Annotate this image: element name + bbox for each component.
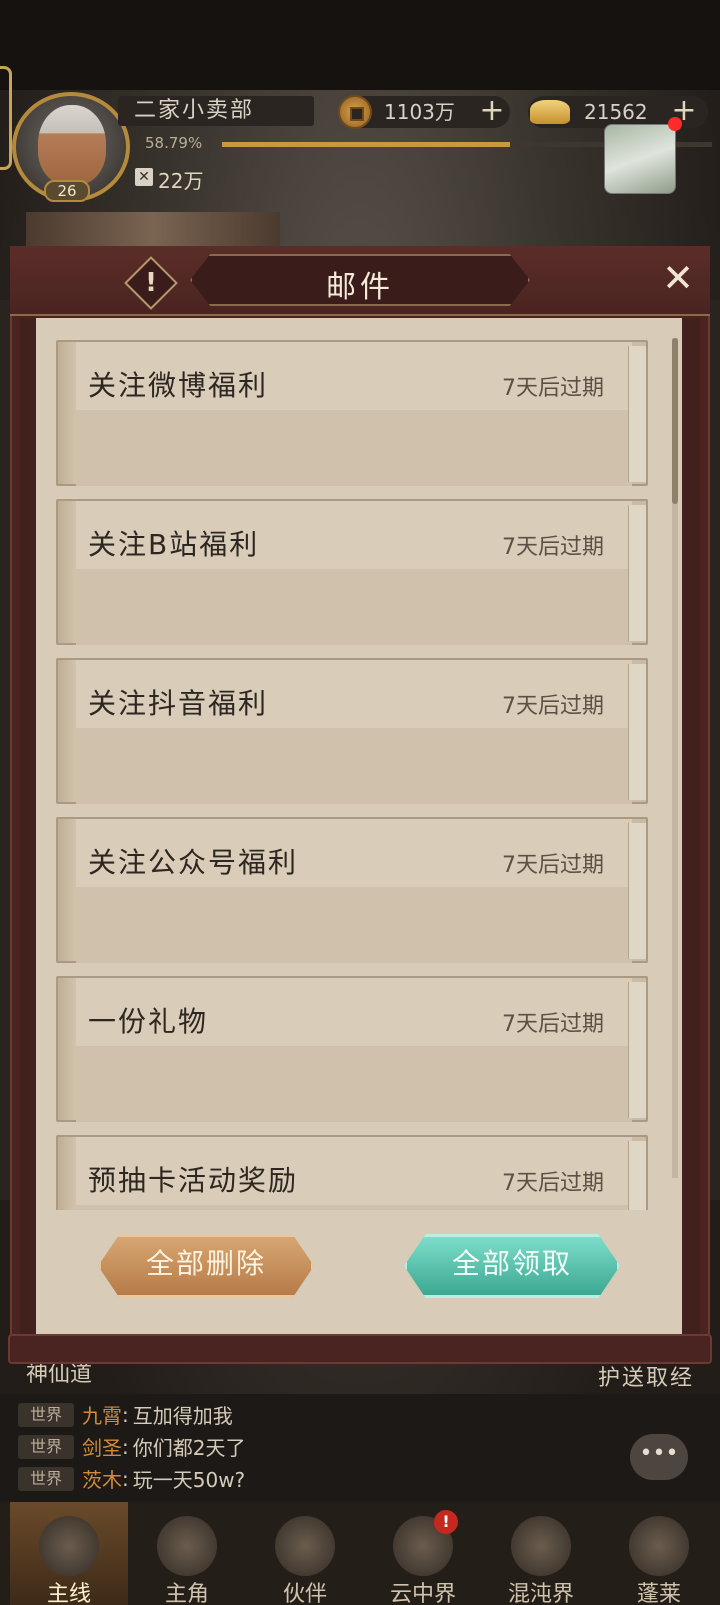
chat-channel-tag: 世界 <box>18 1434 74 1459</box>
chat-text: 互加得加我 <box>132 1404 233 1428</box>
mail-expiry: 7天后过期 <box>502 1012 604 1037</box>
gold-ingot-icon <box>530 100 570 124</box>
power-icon: ✕ <box>135 168 153 186</box>
nav-item-hero[interactable]: 主角 <box>128 1502 246 1605</box>
level-badge: 26 <box>44 180 90 202</box>
nav-label: 混沌界 <box>507 1582 574 1605</box>
xp-percent-text: 58.79% <box>145 134 203 152</box>
partner-helmet-icon <box>275 1516 335 1576</box>
mail-expiry: 7天后过期 <box>502 853 604 878</box>
dialog-bottom-trim <box>8 1334 712 1364</box>
nav-label: 蓬莱 <box>636 1582 681 1605</box>
card-fold-right <box>628 823 646 959</box>
chat-message[interactable]: 世界 九霄: 互加得加我 <box>18 1400 233 1429</box>
immortal-icon <box>629 1516 689 1576</box>
nav-alert-badge: ! <box>434 1510 458 1534</box>
chat-text: 玩一天50w? <box>132 1468 246 1492</box>
card-bottom <box>76 569 632 645</box>
crossed-swords-icon <box>39 1516 99 1576</box>
mail-item[interactable]: 一份礼物 7天后过期 <box>56 976 648 1122</box>
mail-item[interactable]: 关注公众号福利 7天后过期 <box>56 817 648 963</box>
close-icon[interactable]: ✕ <box>656 256 700 300</box>
card-fold-left <box>58 978 78 1120</box>
claim-all-button[interactable]: 全部领取 <box>404 1234 620 1298</box>
card-fold-right <box>628 664 646 800</box>
avatar[interactable] <box>38 105 106 185</box>
card-fold-left <box>58 501 78 643</box>
mail-item[interactable]: 预抽卡活动奖励 7天后过期 <box>56 1135 648 1210</box>
top-shade <box>0 0 720 90</box>
mail-expiry: 7天后过期 <box>502 535 604 560</box>
player-name: 二家小卖部 <box>118 96 314 126</box>
mail-title: 关注抖音福利 <box>88 687 269 720</box>
card-fold-left <box>58 342 78 484</box>
card-fold-left <box>58 660 78 802</box>
chat-message[interactable]: 世界 茨木: 玩一天50w? <box>18 1464 246 1493</box>
mail-item[interactable]: 关注微博福利 7天后过期 <box>56 340 648 486</box>
chat-separator: : <box>122 1402 129 1427</box>
mail-expiry: 7天后过期 <box>502 1171 604 1196</box>
mail-title: 一份礼物 <box>88 1005 209 1038</box>
chat-separator: : <box>122 1466 129 1491</box>
card-bottom <box>76 1046 632 1122</box>
dialog-title: 邮件 <box>326 270 394 305</box>
hero-icon <box>157 1516 217 1576</box>
chat-bubble-icon[interactable]: ••• <box>630 1434 688 1480</box>
chat-sender[interactable]: 剑圣 <box>82 1432 122 1461</box>
copper-coin-icon <box>338 95 372 129</box>
card-bottom <box>76 887 632 963</box>
card-bottom <box>76 728 632 804</box>
nav-label: 伙伴 <box>282 1582 327 1605</box>
mail-expiry: 7天后过期 <box>502 694 604 719</box>
mail-title: 关注公众号福利 <box>88 846 299 879</box>
card-bottom <box>76 410 632 486</box>
card-fold-right <box>628 505 646 641</box>
mail-title: 关注微博福利 <box>88 369 269 402</box>
card-fold-right <box>628 1141 646 1210</box>
card-fold-right <box>628 982 646 1118</box>
mail-item[interactable]: 关注B站福利 7天后过期 <box>56 499 648 645</box>
chaos-tower-icon <box>511 1516 571 1576</box>
chat-sender[interactable]: 茨木 <box>82 1464 122 1493</box>
nav-label: 主线 <box>46 1582 91 1605</box>
nav-item-cloud-realm[interactable]: 云中界 <box>364 1502 482 1605</box>
nav-label: 云中界 <box>389 1582 456 1605</box>
mail-expiry: 7天后过期 <box>502 376 604 401</box>
chat-channel-tag: 世界 <box>18 1466 74 1491</box>
delete-all-button[interactable]: 全部删除 <box>98 1234 314 1298</box>
chat-sender[interactable]: 九霄 <box>82 1400 122 1429</box>
nav-label: 主角 <box>164 1582 209 1605</box>
mail-title: 关注B站福利 <box>88 528 260 561</box>
nav-item-partners[interactable]: 伙伴 <box>246 1502 364 1605</box>
power-value: 22万 <box>158 169 204 193</box>
chat-text: 你们都2天了 <box>132 1436 246 1460</box>
chat-message[interactable]: 世界 剑圣: 你们都2天了 <box>18 1432 246 1461</box>
add-coins-button[interactable]: + <box>476 96 508 128</box>
mail-list[interactable]: 关注微博福利 7天后过期 关注B站福利 7天后过期 关注抖音福利 7天后过期 关… <box>36 322 682 1210</box>
side-menu-bracket[interactable] <box>0 66 12 170</box>
hero-portrait-strip[interactable] <box>26 212 280 246</box>
mail-item[interactable]: 关注抖音福利 7天后过期 <box>56 658 648 804</box>
chat-channel-tag: 世界 <box>18 1402 74 1427</box>
nav-item-penglai[interactable]: 蓬莱 <box>600 1502 718 1605</box>
card-fold-right <box>628 346 646 482</box>
card-fold-left <box>58 1137 78 1210</box>
card-fold-left <box>58 819 78 961</box>
chat-separator: : <box>122 1434 129 1459</box>
nav-item-chaos-realm[interactable]: 混沌界 <box>482 1502 600 1605</box>
floating-video-thumbnail[interactable] <box>604 124 676 194</box>
notification-dot <box>668 117 682 131</box>
xp-bar-fill <box>222 142 511 147</box>
scrollbar-thumb[interactable] <box>672 338 678 504</box>
escort-button[interactable]: 护送取经 <box>598 1360 694 1392</box>
nav-item-main-story[interactable]: 主线 <box>10 1502 128 1605</box>
mail-title: 预抽卡活动奖励 <box>88 1164 299 1197</box>
help-icon[interactable]: ! <box>132 264 170 302</box>
